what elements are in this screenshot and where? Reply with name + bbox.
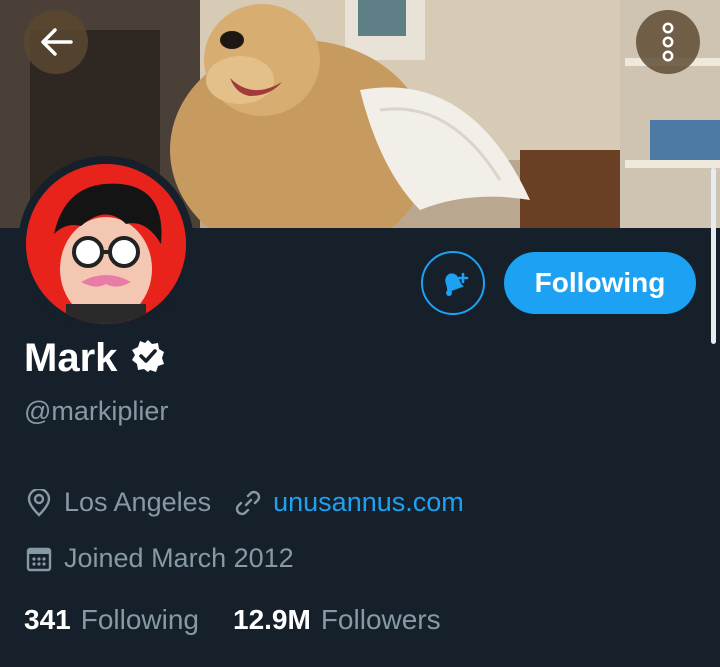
location-text: Los Angeles (64, 487, 212, 517)
website-link[interactable]: unusannus.com (273, 487, 464, 518)
location-row: Los Angeles unusannus.com (24, 487, 464, 518)
more-options-button[interactable] (636, 10, 700, 74)
calendar-icon (24, 544, 54, 574)
followers-count: 12.9M (233, 604, 311, 635)
avatar-image (26, 164, 186, 324)
link-icon (233, 488, 263, 518)
back-button[interactable] (24, 10, 88, 74)
bell-plus-icon (445, 272, 469, 296)
following-count: 341 (24, 604, 71, 635)
following-label: Following (80, 604, 199, 635)
more-vertical-icon (662, 22, 674, 62)
name-row: Mark (24, 334, 165, 382)
following-button[interactable]: Following (504, 252, 696, 314)
scrollbar[interactable] (711, 168, 716, 344)
user-handle: @markiplier (24, 396, 169, 426)
joined-text: Joined March 2012 (64, 543, 294, 573)
display-name: Mark (24, 336, 118, 380)
location-pin-icon (24, 488, 54, 518)
following-stat[interactable]: 341 Following (24, 604, 199, 636)
verified-badge-icon (131, 339, 165, 378)
joined-row: Joined March 2012 (24, 543, 294, 574)
followers-stat[interactable]: 12.9M Followers (233, 604, 441, 636)
arrow-left-icon (41, 28, 73, 56)
follow-stats: 341 Following 12.9M Followers (24, 604, 441, 636)
followers-label: Followers (320, 604, 441, 635)
avatar[interactable] (18, 156, 194, 332)
notifications-button[interactable] (421, 251, 485, 315)
